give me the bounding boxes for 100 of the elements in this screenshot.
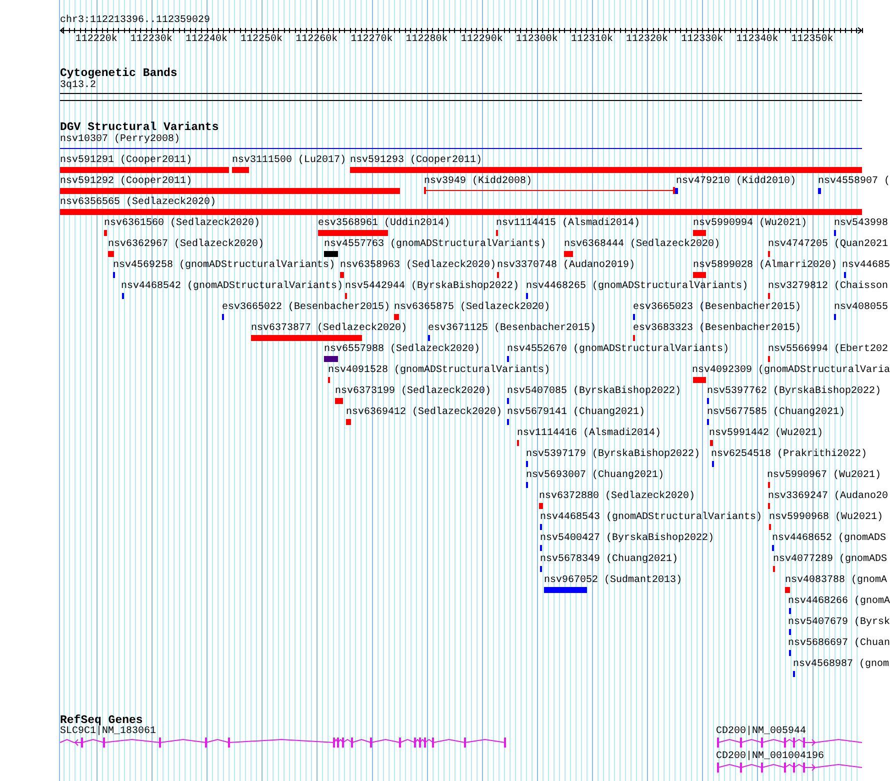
variant-label: nsv5566994 (Ebert202 xyxy=(768,344,888,356)
ruler-tick-label: 112240k xyxy=(186,34,228,46)
variant-label: nsv591291 (Cooper2011) xyxy=(60,155,192,167)
variant-label: nsv5407085 (ByrskaBishop2022) xyxy=(507,386,682,398)
variant-bar[interactable] xyxy=(693,272,706,278)
variant-bar[interactable] xyxy=(544,587,587,593)
variant-label: nsv3949 (Kidd2008) xyxy=(424,176,532,188)
variant-label: nsv3111500 (Lu2017) xyxy=(232,155,346,167)
ruler-tick-label: 112310k xyxy=(570,34,613,46)
ruler-tick-label: 112220k xyxy=(75,34,118,46)
variant-bar[interactable] xyxy=(324,356,338,362)
variant-label: nsv5679141 (Chuang2021) xyxy=(507,407,646,419)
gene-model-drawing[interactable] xyxy=(717,738,862,748)
variant-label: nsv44685 xyxy=(842,260,890,272)
variant-label: nsv4077289 (gnomADS xyxy=(773,554,888,566)
variant-label: esv3568961 (Uddin2014) xyxy=(318,218,450,230)
variant-label: nsv5397179 (ByrskaBishop2022) xyxy=(526,449,700,461)
variant-label: nsv4092309 (gnomADStructuralVaria xyxy=(692,365,890,377)
variant-bar[interactable] xyxy=(60,167,229,173)
variant-label: nsv4557763 (gnomADStructuralVariants) xyxy=(324,239,546,251)
track-title: Cytogenetic Bands xyxy=(60,68,178,80)
variant-label: nsv5991442 (Wu2021) xyxy=(709,428,824,440)
variant-label: nsv4568987 (gnom xyxy=(793,659,890,671)
variant-label: nsv479210 (Kidd2010) xyxy=(676,176,796,188)
variant-bar[interactable] xyxy=(350,167,862,173)
variant-bar[interactable] xyxy=(693,230,706,236)
cytoband-label: 3q13.2 xyxy=(60,80,96,92)
variant-label: nsv10307 (Perry2008) xyxy=(60,134,180,146)
gene-label: CD200|NM_005944 xyxy=(716,727,806,737)
variant-label: nsv1114416 (Alsmadi2014) xyxy=(517,428,662,440)
variant-label: nsv4468652 (gnomADS xyxy=(772,533,886,545)
variant-bar[interactable] xyxy=(232,167,249,173)
variant-label: nsv6557988 (Sedlazeck2020) xyxy=(324,344,480,356)
variant-label: nsv4468266 (gnomA xyxy=(788,596,890,608)
variant-label: nsv5400427 (ByrskaBishop2022) xyxy=(540,533,714,545)
ruler-tick-label: 112300k xyxy=(516,34,558,46)
variant-label: nsv3370748 (Audano2019) xyxy=(497,260,636,272)
variant-bar[interactable] xyxy=(818,188,821,194)
ruler-tick-label: 112250k xyxy=(240,34,283,46)
variant-bar[interactable] xyxy=(346,419,351,425)
ruler-tick-label: 112260k xyxy=(296,34,338,46)
variant-label: nsv6254518 (Prakrithi2022) xyxy=(711,449,868,461)
variant-bar[interactable] xyxy=(318,230,388,236)
variant-label: nsv6369412 (Sedlazeck2020) xyxy=(346,407,502,419)
variant-bar[interactable] xyxy=(394,314,399,320)
variant-bar[interactable] xyxy=(324,251,338,257)
variant-label: nsv6356565 (Sedlazeck2020) xyxy=(60,197,216,209)
variant-label: nsv5686697 (Chuan xyxy=(788,638,890,650)
variant-label: nsv408055 xyxy=(834,302,888,314)
variant-bar[interactable] xyxy=(104,230,107,236)
variant-label: nsv6373877 (Sedlazeck2020) xyxy=(251,323,408,335)
variant-bar[interactable] xyxy=(60,209,862,215)
variant-bar[interactable] xyxy=(340,272,344,278)
variant-label: nsv5899028 (Almarri2020) xyxy=(693,260,838,272)
variant-bar[interactable] xyxy=(60,188,400,194)
variant-label: nsv5693007 (Chuang2021) xyxy=(526,470,664,482)
variant-label: nsv5407679 (Byrsk xyxy=(788,617,890,629)
gene-model-drawing[interactable] xyxy=(60,738,506,748)
variant-label: nsv967052 (Sudmant2013) xyxy=(544,575,682,587)
variant-label: nsv591293 (Cooper2011) xyxy=(350,155,482,167)
variant-bar[interactable] xyxy=(785,587,790,593)
variant-bar[interactable] xyxy=(335,398,343,404)
variant-label: nsv3369247 (Audano20 xyxy=(768,491,888,503)
variant-label: nsv4468542 (gnomADStructuralVariants) xyxy=(121,281,344,293)
ruler-tick-label: 112340k xyxy=(736,34,778,46)
variant-label: nsv5678349 (Chuang2021) xyxy=(540,554,678,566)
variant-label: nsv543998 xyxy=(834,218,888,230)
variant-label: nsv4552670 (gnomADStructuralVariants) xyxy=(507,344,730,356)
variant-label: nsv5442944 (ByrskaBishop2022) xyxy=(345,281,520,293)
variant-bar[interactable] xyxy=(710,440,713,446)
variant-label: nsv6368444 (Sedlazeck2020) xyxy=(564,239,720,251)
variant-label: nsv4569258 (gnomADStructuralVariants) xyxy=(113,260,336,272)
variant-label: nsv4747205 (Quan2021 xyxy=(768,239,888,251)
variant-bar[interactable] xyxy=(564,251,573,257)
variant-label: nsv3279812 (Chaisson xyxy=(768,281,888,293)
gene-label: CD200|NM_001004196 xyxy=(716,752,824,762)
location-label: chr3:112213396..112359029 xyxy=(60,15,210,27)
variant-label: nsv5397762 (ByrskaBishop2022) xyxy=(707,386,882,398)
variant-label: nsv4468543 (gnomADStructuralVariants) xyxy=(540,512,762,524)
variant-bar[interactable] xyxy=(675,188,678,194)
variant-label: nsv4091528 (gnomADStructuralVariants) xyxy=(328,365,550,377)
cytoband-bar[interactable] xyxy=(60,93,862,101)
variant-label: esv3665023 (Besenbacher2015) xyxy=(633,302,802,314)
track-title: RefSeq Genes xyxy=(60,715,143,727)
variant-bar[interactable] xyxy=(693,377,706,383)
gene-label: SLC9C1|NM_183061 xyxy=(60,727,156,737)
gene-model-drawing[interactable] xyxy=(717,762,862,772)
ruler-tick-label: 112270k xyxy=(350,34,393,46)
variant-bar[interactable] xyxy=(251,335,362,341)
variant-label: nsv4083788 (gnomA xyxy=(785,575,888,587)
variant-label: nsv5990967 (Wu2021) xyxy=(767,470,882,482)
variant-bar[interactable] xyxy=(539,503,543,509)
ruler-tick-label: 112330k xyxy=(681,34,724,46)
variant-label: esv3671125 (Besenbacher2015) xyxy=(428,323,596,335)
variant-label: nsv6361560 (Sedlazeck2020) xyxy=(104,218,260,230)
variant-label: nsv6373199 (Sedlazeck2020) xyxy=(335,386,492,398)
variant-label: nsv5990968 (Wu2021) xyxy=(769,512,884,524)
ruler-tick-label: 112230k xyxy=(130,34,172,46)
variant-bar[interactable] xyxy=(108,251,114,257)
variant-label: nsv6365875 (Sedlazeck2020) xyxy=(394,302,550,314)
